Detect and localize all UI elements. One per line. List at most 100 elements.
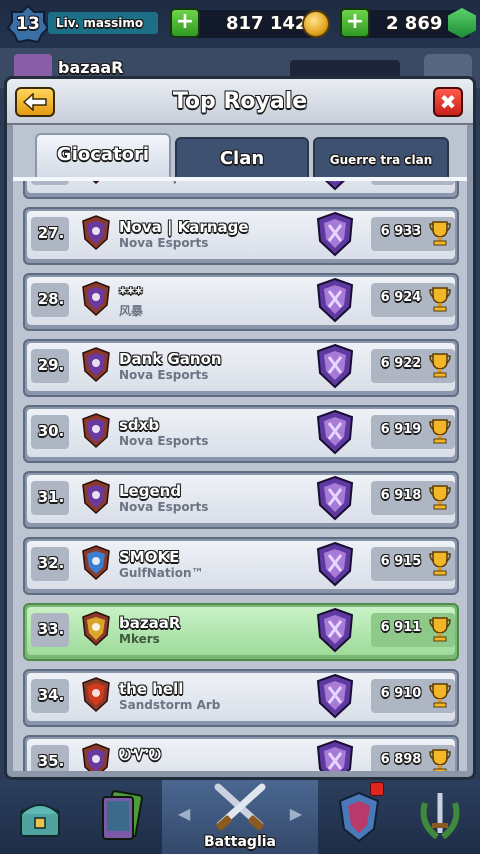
leaderboard-row[interactable]: 30. sdxb Nova Esports 6 919: [23, 405, 459, 463]
trophy-count: 6 922: [380, 356, 422, 371]
league-shield-icon: [316, 475, 354, 521]
league-shield-icon: [316, 673, 354, 719]
trophy-count: 6 919: [380, 422, 422, 437]
tab-label: Clan: [219, 148, 265, 169]
league-shield-icon: [316, 739, 354, 771]
level-name: Liv. massimo: [48, 12, 158, 34]
leaderboard-row[interactable]: 34. the hell Sandstorm Arb 6 910: [23, 669, 459, 727]
tab-clan[interactable]: Clan: [175, 137, 309, 179]
level-number: 13: [16, 14, 40, 34]
panel-body: Giocatori Clan Guerre tra clan 26.Be Nor…: [13, 125, 467, 771]
add-gold-button[interactable]: +: [170, 8, 200, 38]
top-resource-bar: 13 Liv. massimo + 817 142 + 2 869: [0, 0, 480, 48]
trophy-box: [371, 181, 455, 185]
panel-title: Top Royale: [172, 89, 308, 114]
nav-events[interactable]: [400, 780, 480, 854]
clan-badge-icon: [82, 215, 110, 251]
trophy-icon: [429, 683, 451, 708]
trophy-icon: [429, 749, 451, 771]
gold-amount: 817 142: [226, 13, 308, 34]
crossed-swords-icon: [214, 783, 266, 831]
leaderboard-row[interactable]: 35. ᎧᏉᎧ 6 898: [23, 735, 459, 771]
trophy-count: 6 933: [380, 224, 422, 239]
clan-badge-icon: [82, 545, 110, 581]
leaderboard-row[interactable]: 29. Dank Ganon Nova Esports 6 922: [23, 339, 459, 397]
nav-battle[interactable]: ◀ ▶ Battaglia: [162, 780, 318, 854]
player-name[interactable]: bazaaR: [119, 614, 180, 632]
profile-name: bazaaR: [58, 58, 124, 77]
player-clan-name: 风暴: [119, 304, 144, 318]
tab-giocatori[interactable]: Giocatori: [35, 133, 171, 179]
league-shield-icon: [316, 343, 354, 389]
player-clan-name: Sandstorm Arb: [119, 698, 221, 712]
clan-notification-badge: [370, 782, 384, 796]
player-clan-name: Nova Esports: [119, 236, 209, 250]
tab-label: Giocatori: [56, 144, 150, 165]
treasure-chest-icon: [20, 804, 60, 837]
clan-badge-icon: [82, 281, 110, 317]
trophy-icon: [429, 419, 451, 444]
leaderboard-row[interactable]: 27. Nova | Karnage Nova Esports 6 933: [23, 207, 459, 265]
trophy-icon: [429, 551, 451, 576]
player-clan-name: Nova Esports: [119, 181, 208, 184]
trophy-count: 6 898: [380, 752, 422, 767]
clan-badge-icon: [82, 743, 110, 771]
rank-number: 30.: [37, 422, 65, 440]
player-clan-name: Nova Esports: [119, 500, 209, 514]
league-shield-icon: [316, 211, 354, 257]
clan-badge-icon: [82, 479, 110, 515]
player-name[interactable]: ᎧᏉᎧ: [119, 746, 161, 764]
nav-battle-label: Battaglia: [203, 834, 277, 850]
player-clan-name: GulfNation™: [119, 566, 204, 580]
player-name[interactable]: Legend: [119, 482, 181, 500]
leaderboard-list[interactable]: 26.Be NormalNova Esports6 934 27. Nova | K…: [13, 181, 467, 771]
rank-number: 29.: [37, 356, 65, 374]
add-gems-button[interactable]: +: [340, 8, 370, 38]
trophy-count: 6 918: [380, 488, 422, 503]
clan-badge-icon: [82, 413, 110, 449]
player-name[interactable]: sdxb: [119, 416, 159, 434]
league-shield-icon: [316, 607, 354, 653]
bottom-nav: ◀ ▶ Battaglia: [0, 780, 480, 854]
trophy-icon: [429, 287, 451, 312]
player-clan-name: Nova Esports: [119, 434, 209, 448]
nav-left-arrow-icon[interactable]: ◀: [178, 804, 190, 823]
level-badge[interactable]: 13: [6, 4, 50, 44]
leaderboard-row[interactable]: 31. Legend Nova Esports 6 918: [23, 471, 459, 529]
nav-right-arrow-icon[interactable]: ▶: [290, 804, 302, 823]
nav-clan[interactable]: [318, 780, 400, 854]
rank-number: 28.: [37, 290, 65, 308]
player-name[interactable]: Dank Ganon: [119, 350, 222, 368]
nav-shop[interactable]: [0, 780, 80, 854]
trophy-count: 6 915: [380, 554, 422, 569]
laurel-sword-icon: [420, 793, 460, 840]
tab-guerre-tra-clan[interactable]: Guerre tra clan: [313, 137, 449, 179]
leaderboard-row[interactable]: 32. SMOKE GulfNation™ 6 915: [23, 537, 459, 595]
league-shield-icon: [316, 277, 354, 323]
leaderboard-row[interactable]: 33. bazaaR Mkers 6 911: [23, 603, 459, 661]
player-name[interactable]: SMOKE: [119, 548, 179, 566]
player-clan-name: Mkers: [119, 632, 160, 646]
trophy-count: 6 910: [380, 686, 422, 701]
player-name[interactable]: the hell: [119, 680, 183, 698]
player-name[interactable]: ***: [119, 284, 143, 302]
rank-number: 35.: [37, 752, 65, 770]
clan-badge-icon: [82, 611, 110, 647]
trophy-icon: [429, 617, 451, 642]
leaderboard-row[interactable]: 26.Be NormalNova Esports6 934: [23, 181, 459, 199]
nav-cards[interactable]: [80, 780, 162, 854]
gems-amount: 2 869: [386, 13, 443, 34]
close-button[interactable]: ✖: [433, 87, 463, 117]
player-name[interactable]: Nova | Karnage: [119, 218, 249, 236]
clan-badge-icon: [92, 181, 100, 185]
player-clan-name: Nova Esports: [119, 368, 209, 382]
league-shield-icon: [316, 541, 354, 587]
trophy-count: 6 911: [380, 620, 422, 635]
rank-number: 31.: [37, 488, 65, 506]
trophy-icon: [429, 485, 451, 510]
league-shield-icon: [316, 409, 354, 455]
leaderboard-row[interactable]: 28. *** 风暴 6 924: [23, 273, 459, 331]
clan-badge-icon: [82, 347, 110, 383]
gold-coin-icon: [302, 10, 330, 38]
tab-bar: Giocatori Clan Guerre tra clan: [35, 133, 455, 179]
